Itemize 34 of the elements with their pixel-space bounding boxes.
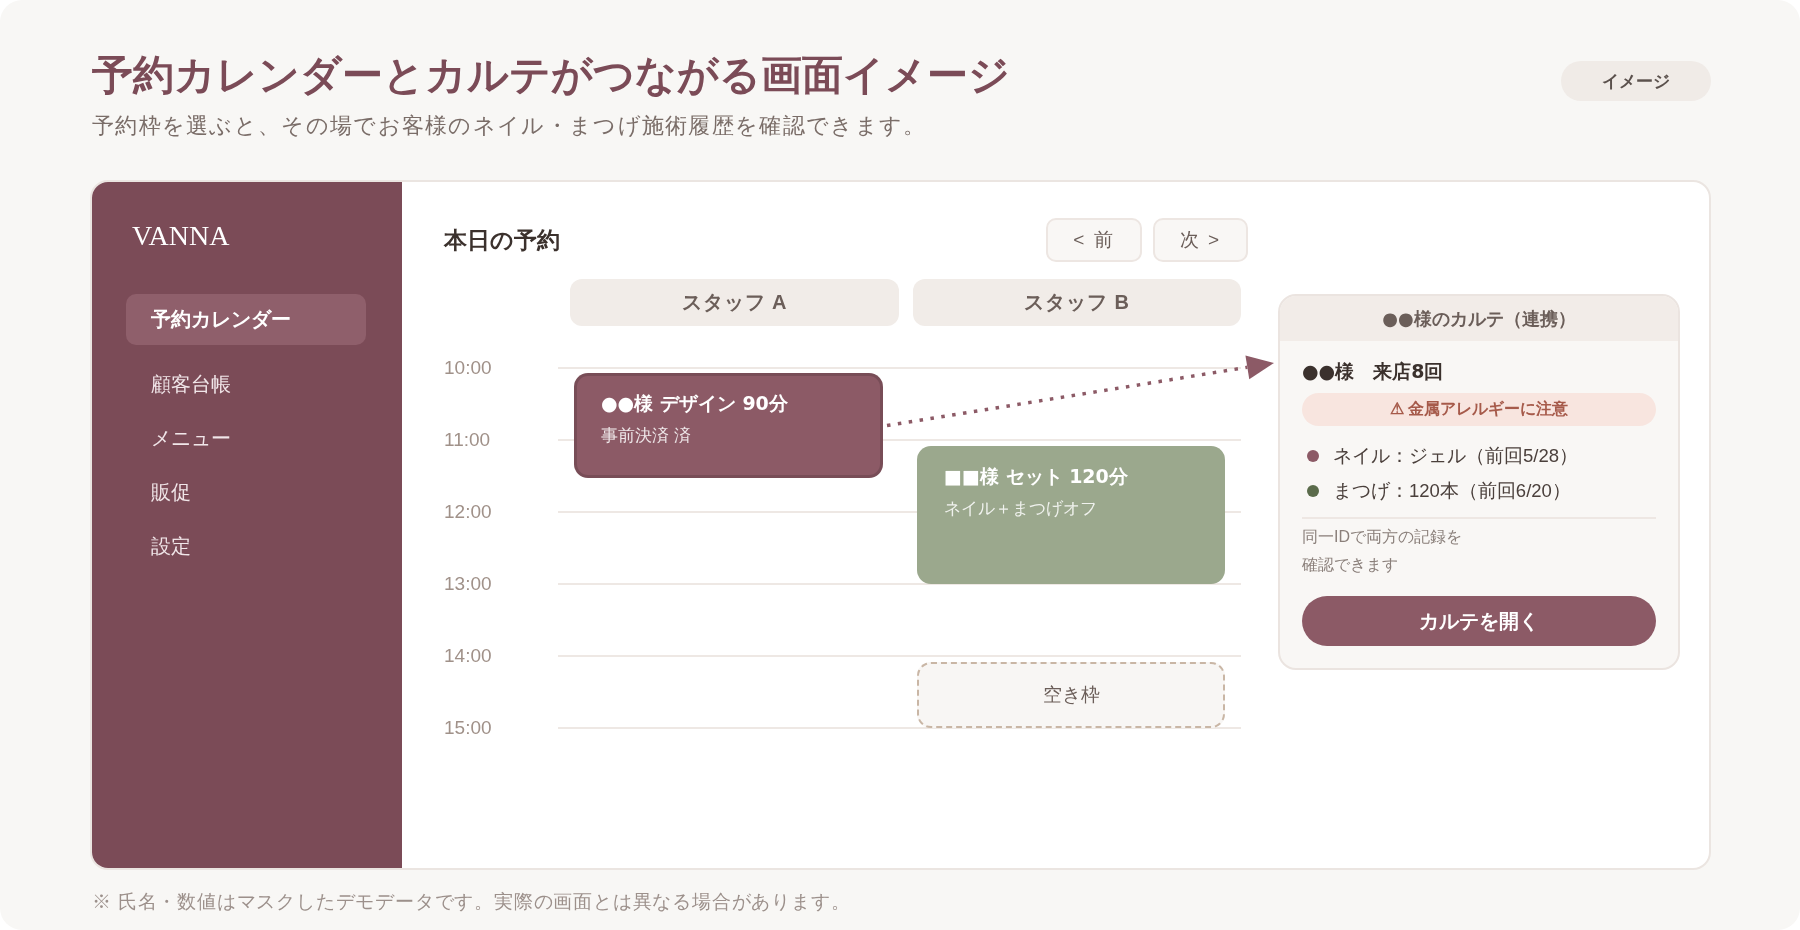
page-title: 予約カレンダーとカルテがつながる画面イメージ [92,51,1010,100]
panel-header: ●●様のカルテ（連携） [1280,296,1678,341]
staff-column-header: スタッフ A [570,279,899,326]
open-record-button[interactable]: カルテを開く [1302,596,1656,646]
sidebar-item[interactable]: メニュー [126,413,366,464]
footnote: ※ 氏名・数値はマスクしたデモデータです。実際の画面とは異なる場合があります。 [92,890,852,914]
section-title: 本日の予約 [444,225,560,255]
appointment-detail: ネイル＋まつげオフ [944,498,1098,520]
label-badge: イメージ [1561,61,1711,101]
staff-column-header: スタッフ B [913,279,1241,326]
page-subtitle: 予約枠を選ぶと、その場でお客様のネイル・まつげ施術履歴を確認できます。 [92,112,928,140]
appointment-detail: 事前決済 済 [601,425,692,447]
sidebar-item[interactable]: 販促 [126,467,366,518]
note-text: 同一IDで両方の記録を確認できます [1302,527,1463,575]
sidebar-item[interactable]: 予約カレンダー [126,294,366,345]
time-label: 14:00 [444,644,493,668]
free-slot[interactable]: 空き枠 [917,662,1225,728]
time-label: 11:00 [444,428,492,452]
logo-text: VANNA [132,219,231,253]
history-entry: まつげ：120本（前回6/20） [1333,479,1571,503]
time-label: 13:00 [444,572,493,596]
history-entry: ネイル：ジェル（前回5/28） [1333,444,1578,468]
next-button[interactable]: 次 > [1152,218,1248,262]
appointment-title: ■■様 セット 120分 [944,464,1129,489]
appointment-title: ●●様 デザイン 90分 [601,391,789,416]
allergy-alert: ⚠ 金属アレルギーに注意 [1302,393,1656,426]
previous-button[interactable]: < 前 [1046,218,1142,262]
appointment-card[interactable]: ●●様 デザイン 90分 事前決済 済 [574,373,883,478]
customer-name: ●●様 来店8回 [1302,359,1445,384]
sidebar-item[interactable]: 顧客台帳 [126,359,366,410]
sidebar-item[interactable]: 設定 [126,521,366,572]
time-label: 12:00 [444,500,493,524]
time-label: 15:00 [444,716,493,740]
time-label: 10:00 [444,356,493,380]
